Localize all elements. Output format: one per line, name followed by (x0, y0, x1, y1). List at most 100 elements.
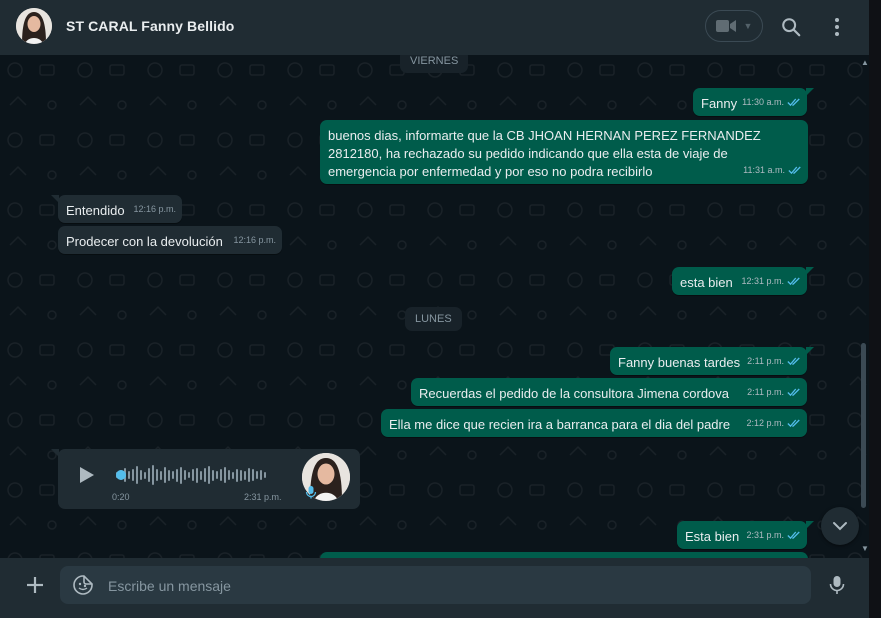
message-meta: 11:30 a.m. (742, 93, 801, 111)
search-icon[interactable] (780, 16, 802, 38)
message-meta: 2:31 p.m. (746, 526, 801, 544)
message-text: Prodecer con la devolución (66, 234, 223, 249)
message-time: 11:31 a.m. (743, 165, 785, 175)
plus-icon[interactable] (24, 574, 46, 596)
double-check-icon (787, 531, 800, 539)
microphone-icon (305, 486, 317, 499)
message-time: 2:31 p.m. (746, 530, 784, 540)
waveform-bar (164, 467, 166, 483)
play-icon[interactable] (76, 465, 96, 485)
message-composer (0, 558, 869, 618)
waveform-bar (220, 469, 222, 481)
waveform-bar (132, 469, 134, 481)
waveform-bar (168, 469, 170, 481)
sticker-emoji-icon[interactable] (72, 574, 94, 596)
message-meta: 11:31 a.m. (743, 161, 802, 179)
message-time: 2:31 p.m. (244, 492, 282, 502)
waveform-bar (152, 465, 154, 485)
scroll-to-bottom-button[interactable] (821, 507, 859, 545)
window-edge (869, 0, 881, 618)
message-input-wrapper (60, 566, 811, 606)
date-separator-friday: VIERNES (400, 55, 469, 73)
double-check-icon (787, 388, 800, 396)
video-call-button[interactable]: ▼ (705, 10, 763, 42)
message-time: 2:11 p.m. (747, 356, 784, 366)
waveform-bar (240, 469, 242, 481)
message-text: Entendido (66, 203, 125, 218)
video-camera-icon (715, 20, 736, 32)
double-check-icon (788, 166, 801, 174)
contact-avatar[interactable] (16, 8, 52, 44)
message-outgoing[interactable]: buenos dias, informarte que la CB JHOAN … (320, 120, 808, 184)
waveform-bar (192, 469, 194, 481)
waveform-bar (216, 471, 218, 479)
message-outgoing[interactable]: Ella me dice que recien ira a barranca p… (381, 409, 807, 437)
message-outgoing[interactable]: Esta bien 2:31 p.m. (677, 521, 814, 549)
message-meta: 12:16 p.m. (133, 200, 176, 218)
waveform-bar (248, 468, 250, 482)
message-outgoing[interactable]: Recuerdas el pedido de la consultora Jim… (411, 378, 807, 406)
message-outgoing[interactable]: Fanny 11:30 a.m. (693, 88, 814, 116)
scroll-down-arrow-icon[interactable]: ▼ (861, 544, 869, 553)
waveform-bar (212, 469, 214, 481)
contact-name[interactable]: ST CARAL Fanny Bellido (66, 18, 234, 34)
microphone-icon[interactable] (826, 574, 848, 596)
waveform-bar (204, 468, 206, 482)
waveform-bar (180, 466, 182, 484)
double-check-icon (787, 98, 800, 106)
waveform-bar (136, 466, 138, 484)
chat-scrollbar[interactable]: ▲ ▼ (859, 55, 869, 558)
date-separator-monday: LUNES (405, 307, 462, 331)
message-incoming[interactable]: Entendido 12:16 p.m. (51, 195, 182, 223)
waveform-bar (140, 470, 142, 480)
voice-duration: 0:20 (112, 492, 130, 502)
message-time: 12:31 p.m. (741, 276, 784, 286)
message-input[interactable] (106, 566, 800, 606)
waveform-bar (156, 469, 158, 481)
double-check-icon (787, 277, 800, 285)
message-outgoing[interactable]: Fanny buenas tardes 2:11 p.m. (610, 347, 814, 375)
double-check-icon (787, 419, 800, 427)
message-time: 12:16 p.m. (133, 204, 176, 214)
message-text: esta bien (680, 275, 733, 290)
waveform-bar (232, 471, 234, 479)
waveform-bar (148, 468, 150, 482)
message-time: 11:30 a.m. (742, 97, 784, 107)
voice-message-incoming[interactable]: 0:20 2:31 p.m. (51, 449, 360, 509)
message-list[interactable]: VIERNES Fanny 11:30 a.m. buenos dias, in… (0, 55, 869, 558)
vertical-dots-icon[interactable] (826, 16, 848, 38)
waveform-bar (208, 466, 210, 484)
scrollbar-thumb[interactable] (861, 343, 866, 508)
message-text: Fanny buenas tardes (618, 355, 741, 370)
message-meta: 2:11 p.m. (747, 383, 801, 401)
message-meta: 2:11 p.m. (747, 352, 801, 370)
voice-progress-handle[interactable] (116, 470, 126, 480)
waveform-bar (260, 470, 262, 480)
waveform-bar (160, 470, 162, 480)
waveform-bar (236, 468, 238, 482)
message-meta: 2:12 p.m. (746, 414, 801, 432)
message-text: buenos dias, informarte que la CB JHOAN … (328, 128, 761, 179)
waveform-bar (144, 471, 146, 479)
message-meta: 12:31 p.m. (741, 272, 801, 290)
waveform-bar (188, 472, 190, 478)
waveform-bar (256, 471, 258, 479)
message-incoming[interactable]: Prodecer con la devolución 12:16 p.m. (58, 226, 282, 254)
waveform-bar (200, 470, 202, 480)
chevron-down-icon (833, 522, 847, 531)
scroll-up-arrow-icon[interactable]: ▲ (861, 58, 869, 67)
waveform-bar (228, 470, 230, 480)
whatsapp-web-chat: ST CARAL Fanny Bellido ▼ VIERNES Fanny 1… (0, 0, 881, 618)
message-text: Esta bien (685, 529, 740, 544)
message-meta: 12:16 p.m. (233, 231, 276, 249)
waveform-bar (128, 471, 130, 479)
message-text: Recuerdas el pedido de la consultora Jim… (419, 386, 730, 401)
waveform-bar (244, 470, 246, 480)
waveform-bar (176, 468, 178, 482)
message-outgoing[interactable]: esta bien 12:31 p.m. (672, 267, 814, 295)
waveform-bar (172, 471, 174, 479)
message-time: 2:12 p.m. (746, 418, 784, 428)
waveform-bar (224, 467, 226, 483)
waveform-bar (252, 469, 254, 481)
message-time: 2:11 p.m. (747, 387, 784, 397)
